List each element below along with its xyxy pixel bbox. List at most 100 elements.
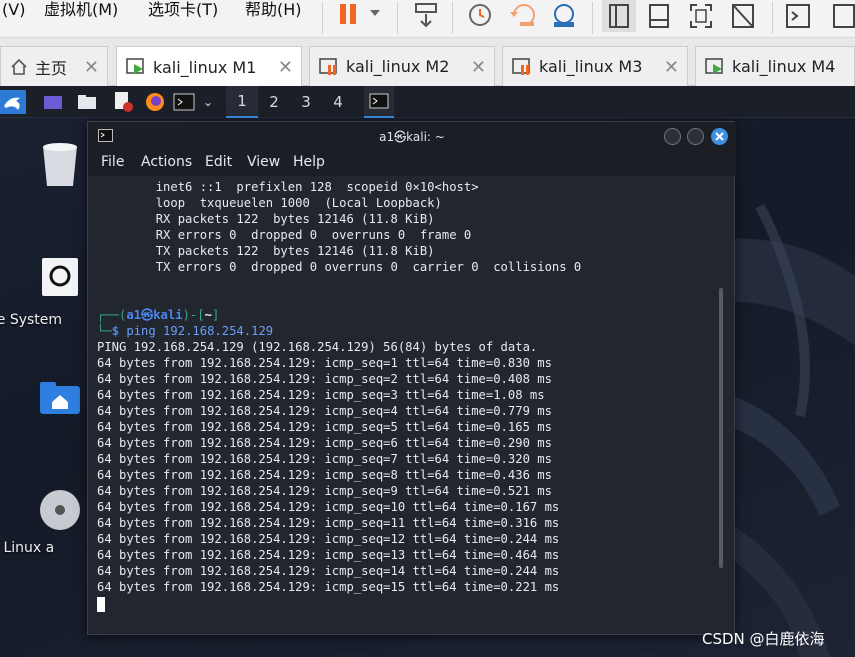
tab-kali-m2[interactable]: kali_linux M2 ✕: [309, 46, 495, 86]
stretch-icon: [833, 4, 855, 28]
terminal-line: TX packets 122 bytes 12146 (11.8 KiB): [97, 244, 435, 258]
fullscreen-button[interactable]: [684, 0, 718, 32]
console-layout-icon: [649, 4, 669, 28]
desktop-icon: [44, 96, 62, 109]
menu-actions[interactable]: Actions: [141, 154, 192, 170]
terminal-line: 64 bytes from 192.168.254.129: icmp_seq=…: [97, 548, 560, 562]
unity-mode-icon: [732, 4, 754, 28]
menu-help[interactable]: Help: [293, 154, 325, 170]
tab-label: kali_linux M4: [732, 57, 836, 76]
tab-kali-m1[interactable]: kali_linux M1 ✕: [116, 46, 302, 87]
tab-label: kali_linux M2: [346, 57, 450, 76]
menu-edit[interactable]: Edit: [205, 154, 232, 170]
console-view-button[interactable]: [642, 0, 676, 32]
workspace-3[interactable]: 3: [290, 86, 322, 118]
tab-kali-m3[interactable]: kali_linux M3 ✕: [502, 46, 688, 86]
prompt-line: ┌──(a1㉿kali)-[~]: [97, 308, 220, 322]
console-button[interactable]: [782, 0, 814, 32]
prompt-user: a1㉿kali: [126, 308, 183, 322]
terminal-titlebar[interactable]: a1㉿kali: ~: [88, 122, 736, 150]
text-cursor: [97, 597, 105, 612]
menu-help[interactable]: 帮助(H): [245, 0, 302, 20]
keyboard-send-icon: [415, 3, 437, 28]
vm-paused-icon: [319, 57, 337, 75]
terminal-line: 64 bytes from 192.168.254.129: icmp_seq=…: [97, 500, 560, 514]
vm-running-icon: [126, 58, 144, 74]
trash-icon: [43, 143, 77, 186]
close-icon[interactable]: ✕: [664, 57, 679, 78]
menu-view[interactable]: View: [247, 154, 280, 170]
snapshot-manager-button[interactable]: [546, 0, 582, 32]
revert-snapshot-button[interactable]: [506, 0, 542, 32]
terminal-output[interactable]: inet6 ::1 prefixlen 128 scopeid 0×10<hos…: [88, 176, 736, 636]
disc-icon: [40, 490, 80, 530]
file-system-icon: [42, 258, 78, 296]
send-ctrl-alt-del-button[interactable]: [410, 0, 444, 32]
unity-button[interactable]: [726, 0, 760, 32]
close-icon[interactable]: ✕: [84, 57, 99, 78]
revert-snapshot-icon: [510, 4, 535, 26]
vm-paused-icon: [512, 57, 530, 75]
snapshot-manager-icon: [554, 4, 574, 27]
terminal-line: 64 bytes from 192.168.254.129: icmp_seq=…: [97, 404, 552, 418]
firefox-icon: [146, 93, 164, 111]
show-desktop-button[interactable]: [40, 90, 66, 114]
tab-kali-m4[interactable]: kali_linux M4: [695, 46, 855, 86]
terminal-line: TX errors 0 dropped 0 overruns 0 carrier…: [97, 260, 582, 274]
prompt-path: ~: [204, 308, 212, 322]
toolbar-separator: [322, 2, 323, 34]
terminal-line: loop txqueuelen 1000 (Local Loopback): [97, 196, 442, 210]
workspace-2[interactable]: 2: [258, 86, 290, 118]
workspace-4[interactable]: 4: [322, 86, 354, 118]
close-icon[interactable]: ✕: [278, 57, 293, 78]
maximize-button[interactable]: [687, 128, 704, 145]
terminal-line: 64 bytes from 192.168.254.129: icmp_seq=…: [97, 516, 560, 530]
toolbar-separator: [592, 2, 593, 34]
kali-menu-button[interactable]: [0, 90, 26, 114]
menu-vm[interactable]: 虚拟机(M): [44, 0, 118, 20]
workspace-1[interactable]: 1: [226, 86, 258, 118]
terminal-window: a1㉿kali: ~ File Actions Edit View Help i…: [87, 121, 736, 636]
terminal-line: 64 bytes from 192.168.254.129: icmp_seq=…: [97, 468, 552, 482]
fullscreen-icon: [690, 4, 712, 28]
terminal-icon: [369, 93, 389, 109]
terminal-line: 64 bytes from 192.168.254.129: icmp_seq=…: [97, 372, 552, 386]
tab-label: kali_linux M3: [539, 57, 643, 76]
pause-icon: [340, 4, 380, 24]
terminal-console-icon: [786, 4, 810, 28]
menu-view[interactable]: (V): [2, 0, 25, 20]
tab-label: kali_linux M1: [153, 57, 257, 77]
terminal-line: 64 bytes from 192.168.254.129: icmp_seq=…: [97, 484, 552, 498]
kali-dragon-icon: [4, 97, 20, 110]
terminal-scrollbar[interactable]: [719, 288, 723, 568]
chevron-down-icon[interactable]: ⌄: [199, 90, 217, 114]
snapshot-button[interactable]: [462, 0, 498, 32]
toolbar-separator: [452, 2, 453, 34]
firefox-launcher[interactable]: [142, 90, 168, 114]
terminal-line: 64 bytes from 192.168.254.129: icmp_seq=…: [97, 452, 552, 466]
kali-top-panel: ⌄ 1 2 3 4: [0, 86, 855, 118]
close-button[interactable]: [711, 128, 728, 145]
terminal-line: 64 bytes from 192.168.254.129: icmp_seq=…: [97, 388, 545, 402]
window-title: a1㉿kali: ~: [379, 130, 445, 144]
minimize-button[interactable]: [664, 128, 681, 145]
text-editor-launcher[interactable]: [110, 90, 136, 114]
taskbar-terminal-window[interactable]: [364, 86, 394, 118]
menu-file[interactable]: File: [101, 154, 124, 170]
terminal-launcher[interactable]: [172, 90, 196, 114]
library-view-button[interactable]: [602, 0, 636, 32]
close-icon[interactable]: ✕: [471, 57, 486, 78]
tab-label: 主页: [35, 58, 68, 78]
terminal-line: 64 bytes from 192.168.254.129: icmp_seq=…: [97, 420, 552, 434]
menu-tabs[interactable]: 选项卡(T): [148, 0, 218, 20]
pause-button[interactable]: [334, 0, 388, 32]
terminal-line: RX errors 0 dropped 0 overruns 0 frame 0: [97, 228, 472, 242]
file-manager-launcher[interactable]: [74, 90, 100, 114]
tab-home[interactable]: 主页 ✕: [0, 46, 108, 86]
vm-tab-strip: 主页 ✕ kali_linux M1 ✕ kali_linux M2 ✕ kal…: [0, 38, 855, 87]
terminal-icon: [173, 93, 195, 111]
watermark: CSDN @白鹿依海: [702, 630, 825, 648]
terminal-menubar: File Actions Edit View Help: [88, 150, 736, 176]
sidebar-layout-icon: [609, 4, 629, 28]
stretch-button[interactable]: [830, 0, 855, 32]
